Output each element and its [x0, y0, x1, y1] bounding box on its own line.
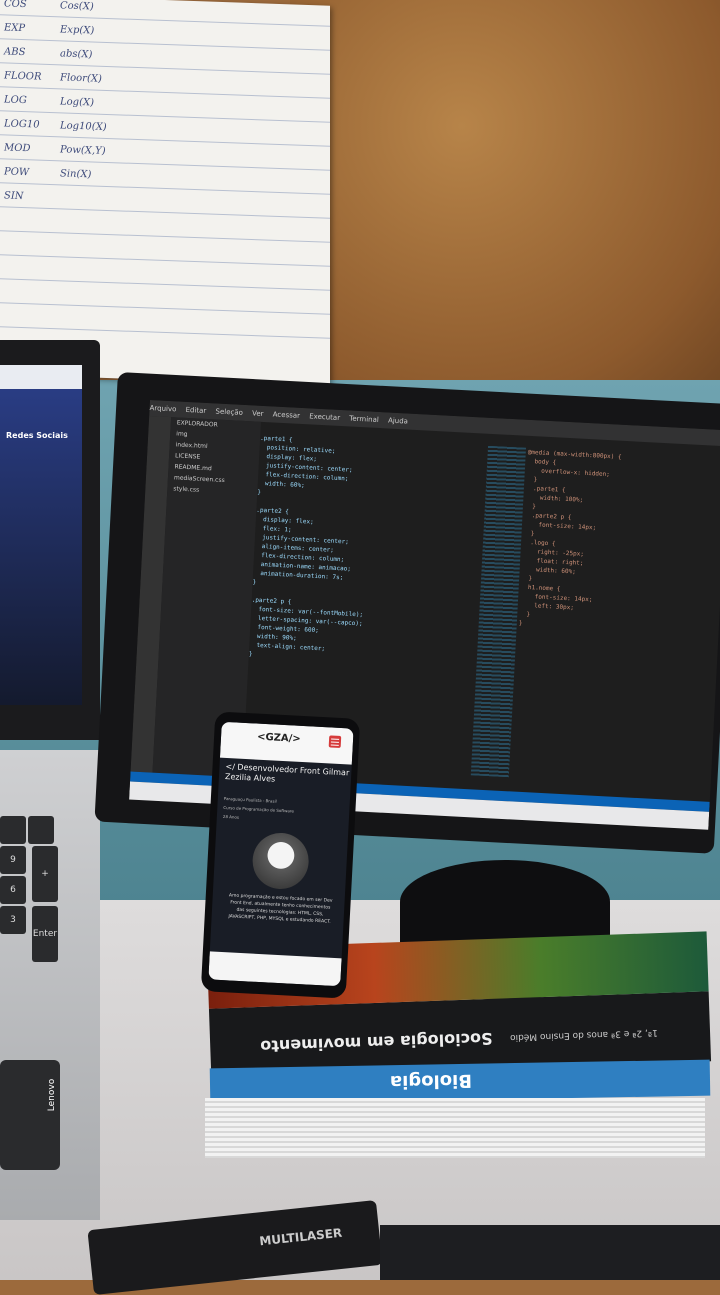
profile-info: Paraguaçu Paulista - Brasil Curso de Pro…	[223, 794, 348, 827]
phone-screen: <GZA/> </ Desenvolvedor Front Gilmar Zez…	[208, 721, 354, 987]
menu-item[interactable]: Arquivo	[149, 404, 176, 413]
menu-item[interactable]: Seleção	[215, 407, 243, 416]
menu-item[interactable]: Acessar	[273, 410, 301, 419]
browser-bar[interactable]	[0, 365, 82, 389]
laptop-base: 9 6 3 + Enter Lenovo	[0, 750, 100, 1220]
bio-text: Amo programação e estou focado em ser De…	[228, 893, 333, 925]
key-plus[interactable]: +	[32, 846, 58, 902]
code-editor-right[interactable]: @media (max-width:800px) { body { overfl…	[510, 448, 720, 802]
key-enter[interactable]: Enter	[32, 906, 58, 962]
cork-board	[290, 0, 720, 420]
paper-line: SIN	[4, 190, 24, 203]
handwritten-paper: COS EXP ABS FLOOR LOG LOG10 MOD POW SIN …	[0, 0, 330, 386]
paper-func: Log(X)	[60, 96, 94, 109]
book-title: Sociologia em movimento	[259, 1028, 493, 1056]
laptop-brand: Lenovo	[47, 1078, 58, 1112]
paper-line: POW	[4, 166, 30, 179]
menu-item[interactable]: Executar	[309, 412, 340, 422]
paper-line: ABS	[4, 46, 26, 59]
paper-line: LOG	[4, 94, 27, 107]
laptop-sticker-panel: Lenovo	[0, 1060, 60, 1170]
menu-item[interactable]: Terminal	[349, 414, 379, 424]
keyboard-brand: MULTILASER	[258, 1225, 343, 1249]
hamburger-menu-icon[interactable]	[328, 735, 342, 748]
key[interactable]	[28, 816, 54, 844]
mousepad	[380, 1225, 720, 1280]
paper-line: LOG10	[4, 118, 40, 131]
menu-item[interactable]: Ver	[252, 409, 264, 418]
hero-heading: </ Desenvolvedor Front Gilmar Zezilia Al…	[224, 761, 350, 784]
site-logo[interactable]: <GZA/>	[257, 732, 301, 745]
paper-func: Sin(X)	[60, 168, 92, 181]
paper-func: Cos(X)	[60, 0, 94, 13]
paper-func: Log10(X)	[60, 120, 107, 133]
paper-func: Pow(X,Y)	[60, 144, 106, 157]
paper-func: abs(X)	[60, 48, 93, 61]
key-3[interactable]: 3	[0, 906, 26, 934]
site-header: <GZA/>	[219, 721, 354, 765]
paper-line: COS	[4, 0, 27, 11]
menu-item[interactable]: Ajuda	[388, 416, 408, 425]
paper-line: EXP	[4, 22, 26, 35]
paper-line: MOD	[4, 142, 31, 155]
key[interactable]	[0, 816, 26, 844]
menu-item[interactable]: Editar	[185, 406, 206, 415]
laptop-page-title: Redes Sociais	[6, 431, 68, 440]
paper-line: FLOOR	[4, 70, 42, 83]
book-stack-pages	[205, 1098, 705, 1158]
key-6[interactable]: 6	[0, 876, 26, 904]
avatar	[251, 831, 311, 891]
book-title: Biologia	[389, 1069, 473, 1093]
paper-func: Floor(X)	[60, 72, 102, 85]
key-9[interactable]: 9	[0, 846, 26, 874]
paper-func: Exp(X)	[60, 24, 95, 37]
book-subtitle: 1ª, 2ª e 3ª anos do Ensino Médio	[509, 1027, 658, 1043]
laptop-display: Redes Sociais	[0, 365, 82, 705]
